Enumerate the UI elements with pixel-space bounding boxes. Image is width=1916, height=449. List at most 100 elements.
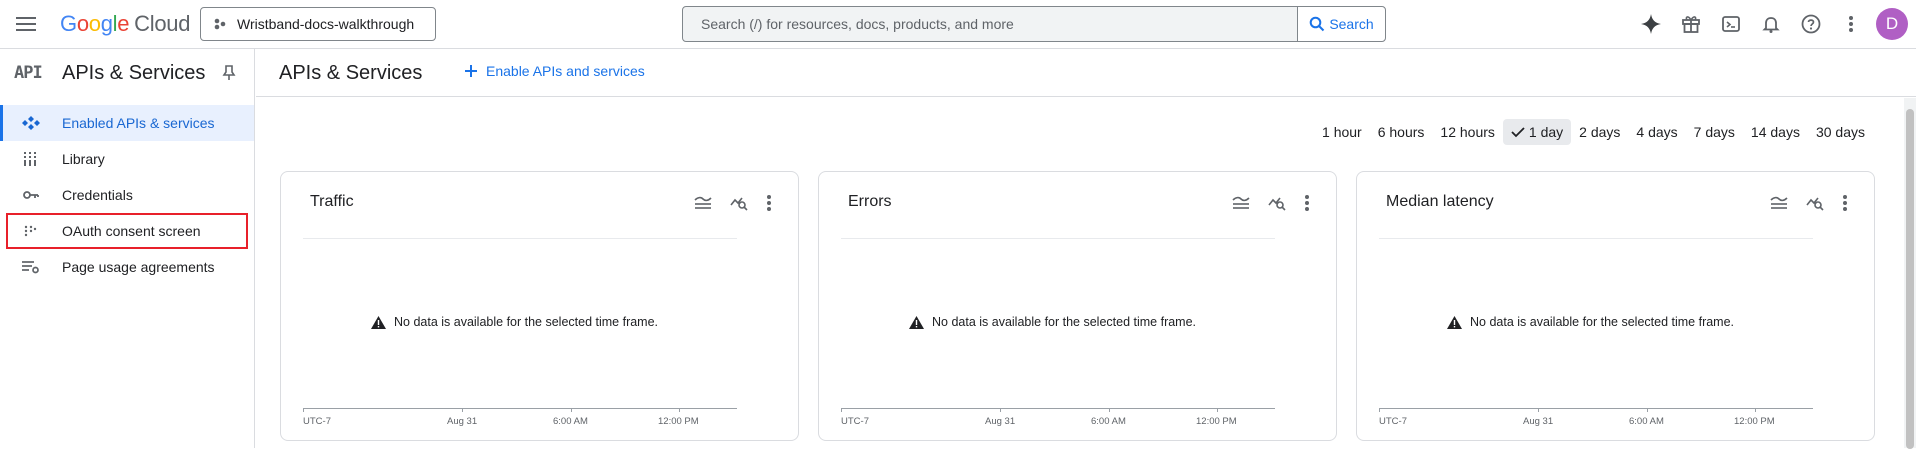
search-button[interactable]: Search <box>1297 7 1385 41</box>
more-vert-icon[interactable] <box>766 194 772 212</box>
sidebar-item-label: Library <box>62 151 105 167</box>
key-icon <box>23 191 39 199</box>
warning-icon <box>909 315 924 329</box>
settings-list-icon <box>22 261 39 274</box>
median-latency-card: Median latency No data is available for … <box>1356 171 1875 441</box>
search-icon <box>1310 16 1325 32</box>
sidebar-header: API APIs & Services <box>0 49 254 97</box>
scrollbar-thumb[interactable] <box>1906 109 1914 449</box>
x-axis-tick <box>571 408 572 412</box>
x-axis-label: 6:00 AM <box>1091 416 1126 427</box>
sidebar-item-library[interactable]: Library <box>0 141 254 177</box>
search-input[interactable] <box>683 7 1297 41</box>
card-title: Traffic <box>310 193 354 210</box>
time-range-6-hours[interactable]: 6 hours <box>1370 119 1433 145</box>
sidebar-item-oauth-consent[interactable]: OAuth consent screen <box>6 213 248 249</box>
enabled-apis-icon <box>22 116 40 130</box>
legend-toggle-icon[interactable] <box>694 196 712 210</box>
x-axis-label: 6:00 AM <box>1629 416 1664 427</box>
sidebar-item-label: Enabled APIs & services <box>62 115 215 131</box>
main-content: APIs & Services Enable APIs and services… <box>256 49 1916 449</box>
more-vert-icon[interactable] <box>1839 12 1863 36</box>
x-axis-tick <box>1647 408 1648 412</box>
traffic-card: Traffic No data is available for the sel… <box>280 171 799 441</box>
sidebar-item-credentials[interactable]: Credentials <box>0 177 254 213</box>
no-data-message: No data is available for the selected ti… <box>371 315 658 329</box>
x-axis-label: Aug 31 <box>985 416 1016 427</box>
gift-icon[interactable] <box>1679 12 1703 36</box>
explore-chart-icon[interactable] <box>1806 195 1824 211</box>
x-axis-tick <box>1000 408 1001 412</box>
x-axis-tick <box>1755 408 1756 412</box>
no-data-message: No data is available for the selected ti… <box>909 315 1196 329</box>
warning-icon <box>371 315 386 329</box>
time-range-1-hour[interactable]: 1 hour <box>1314 119 1370 145</box>
x-axis-label: Aug 31 <box>1523 416 1554 427</box>
x-axis-label: UTC-7 <box>1379 416 1407 427</box>
add-icon <box>465 65 477 77</box>
x-axis-tick <box>841 408 842 412</box>
sidebar-nav: Enabled APIs & services Library Credenti… <box>0 105 254 285</box>
card-title: Errors <box>848 193 892 210</box>
card-divider <box>1379 238 1813 239</box>
time-range-2-days[interactable]: 2 days <box>1571 119 1628 145</box>
errors-card: Errors No data is available for the sele… <box>818 171 1337 441</box>
help-icon[interactable] <box>1799 12 1823 36</box>
sidebar: API APIs & Services Enabled APIs & servi… <box>0 49 255 448</box>
explore-chart-icon[interactable] <box>730 195 748 211</box>
warning-icon <box>1447 315 1462 329</box>
time-range-1-day[interactable]: 1 day <box>1502 119 1572 145</box>
enable-apis-button[interactable]: Enable APIs and services <box>464 63 645 79</box>
x-axis <box>1379 408 1813 409</box>
google-cloud-logo[interactable]: Google Cloud <box>60 11 190 37</box>
sidebar-item-label: Page usage agreements <box>62 259 215 275</box>
project-picker[interactable]: Wristband-docs-walkthrough <box>200 7 436 41</box>
time-range-7-days[interactable]: 7 days <box>1686 119 1743 145</box>
card-toolbar <box>1770 194 1848 212</box>
x-axis-tick <box>462 408 463 412</box>
library-icon <box>24 152 36 166</box>
sidebar-item-label: OAuth consent screen <box>62 223 201 239</box>
more-vert-icon[interactable] <box>1304 194 1310 212</box>
card-toolbar <box>694 194 772 212</box>
x-axis-tick <box>1538 408 1539 412</box>
sidebar-item-page-usage[interactable]: Page usage agreements <box>0 249 254 285</box>
more-vert-icon[interactable] <box>1842 194 1848 212</box>
main-menu-icon[interactable] <box>14 13 38 37</box>
avatar[interactable]: D <box>1876 8 1908 40</box>
time-range-12-hours[interactable]: 12 hours <box>1432 119 1502 145</box>
x-axis-tick <box>1379 408 1380 412</box>
card-title: Median latency <box>1386 193 1494 210</box>
time-range-selector: 1 hour 6 hours 12 hours 1 day 2 days 4 d… <box>1314 119 1873 145</box>
notifications-icon[interactable] <box>1759 12 1783 36</box>
cloud-shell-icon[interactable] <box>1719 12 1743 36</box>
oauth-dots-icon <box>24 225 37 237</box>
x-axis-label: 12:00 PM <box>1734 416 1775 427</box>
time-range-4-days[interactable]: 4 days <box>1628 119 1685 145</box>
sidebar-item-label: Credentials <box>62 187 133 203</box>
time-range-30-days[interactable]: 30 days <box>1808 119 1873 145</box>
card-divider <box>841 238 1275 239</box>
time-range-14-days[interactable]: 14 days <box>1743 119 1808 145</box>
legend-toggle-icon[interactable] <box>1232 196 1250 210</box>
x-axis-tick <box>679 408 680 412</box>
x-axis-tick <box>1217 408 1218 412</box>
project-name: Wristband-docs-walkthrough <box>237 16 415 32</box>
x-axis-label: UTC-7 <box>841 416 869 427</box>
x-axis <box>303 408 737 409</box>
x-axis-label: 12:00 PM <box>658 416 699 427</box>
legend-toggle-icon[interactable] <box>1770 196 1788 210</box>
sidebar-item-enabled-apis[interactable]: Enabled APIs & services <box>0 105 254 141</box>
card-divider <box>303 238 737 239</box>
top-bar: Google Cloud Wristband-docs-walkthrough S… <box>0 0 1916 49</box>
main-header: APIs & Services Enable APIs and services <box>256 49 1916 97</box>
gemini-sparkle-icon[interactable] <box>1639 12 1663 36</box>
x-axis-tick <box>1109 408 1110 412</box>
explore-chart-icon[interactable] <box>1268 195 1286 211</box>
x-axis-label: Aug 31 <box>447 416 478 427</box>
x-axis-label: 12:00 PM <box>1196 416 1237 427</box>
x-axis <box>841 408 1275 409</box>
x-axis-label: 6:00 AM <box>553 416 588 427</box>
api-logo-icon: API <box>14 63 43 83</box>
pin-icon[interactable] <box>222 65 236 81</box>
